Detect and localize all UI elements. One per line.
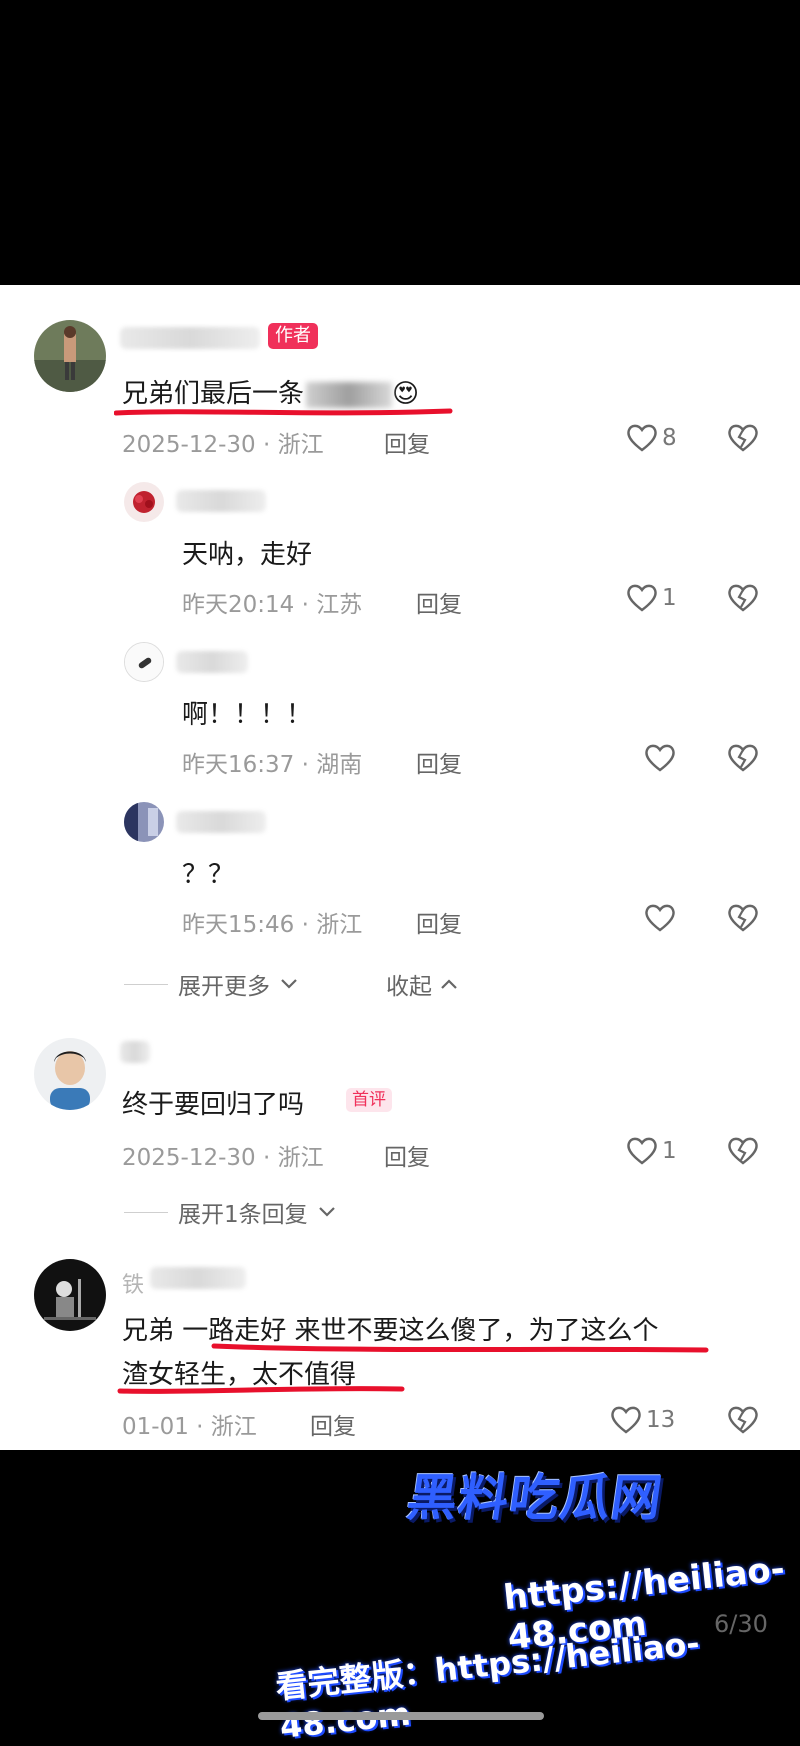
- expand-replies-button[interactable]: 展开1条回复: [124, 1195, 336, 1229]
- red-underline: [114, 408, 453, 416]
- broken-heart-icon: [728, 584, 758, 612]
- avatar-commenter[interactable]: [34, 1259, 106, 1331]
- like-button[interactable]: 8: [626, 423, 677, 453]
- heart-icon: [611, 1406, 641, 1434]
- red-underline: [211, 1343, 709, 1353]
- comment-meta: 2025-12-30 · 浙江: [122, 1145, 324, 1171]
- chevron-up-icon: [441, 979, 457, 989]
- reply-button[interactable]: 回复: [416, 585, 462, 619]
- dislike-button[interactable]: [726, 583, 760, 617]
- avatar-reply[interactable]: [124, 802, 164, 842]
- author-badge: 作者: [268, 323, 318, 349]
- red-underline: [117, 1386, 405, 1394]
- watermark-logo: 黑料吃瓜网: [403, 1469, 667, 1527]
- reply-button[interactable]: 回复: [384, 1138, 430, 1172]
- reply-meta: 昨天20:14 · 江苏: [182, 592, 363, 618]
- username-blurred: [176, 811, 266, 833]
- username-blurred: [120, 1041, 150, 1063]
- username-blurred: [176, 651, 248, 673]
- reply-meta: 昨天16:37 · 湖南: [182, 752, 363, 778]
- like-button[interactable]: [644, 903, 676, 933]
- comment-panel: 作者 兄弟们最后一条 😍 2025-12-30 · 浙江 回复 8 天呐，走好 昨…: [0, 285, 800, 1450]
- username-blurred: [176, 490, 266, 512]
- reply-button[interactable]: 回复: [416, 905, 462, 939]
- heart-icon: [627, 424, 657, 452]
- comment-text: 终于要回归了吗: [122, 1090, 305, 1120]
- collapse-button[interactable]: 收起: [386, 967, 458, 1001]
- heart-icon: [627, 1137, 657, 1165]
- broken-heart-icon: [728, 1137, 758, 1165]
- like-count: 13: [646, 1407, 676, 1433]
- broken-heart-icon: [728, 744, 758, 772]
- comment-meta: 2025-12-30 · 浙江: [122, 432, 324, 458]
- reply-button[interactable]: 回复: [416, 745, 462, 779]
- username-visible: 铁: [122, 1273, 145, 1298]
- dislike-button[interactable]: [726, 903, 760, 937]
- dislike-button[interactable]: [726, 1405, 760, 1439]
- first-comment-badge: 首评: [346, 1088, 392, 1112]
- reply-text: 天呐，走好: [182, 540, 313, 570]
- username-blurred: [150, 1267, 246, 1289]
- heart-icon: [645, 904, 675, 932]
- top-black-area: [0, 0, 800, 285]
- like-button[interactable]: [644, 743, 676, 773]
- dislike-button[interactable]: [726, 423, 760, 457]
- avatar-author[interactable]: [34, 320, 106, 392]
- broken-heart-icon: [728, 424, 758, 452]
- divider-dash: [124, 1211, 168, 1213]
- broken-heart-icon: [728, 1406, 758, 1434]
- like-count: 1: [662, 585, 677, 611]
- reply-text: 啊！！！！: [182, 700, 313, 730]
- avatar-reply[interactable]: [124, 642, 164, 682]
- divider-dash: [124, 983, 168, 985]
- chevron-down-icon: [318, 1207, 335, 1217]
- dislike-button[interactable]: [726, 1136, 760, 1170]
- like-count: 8: [662, 425, 677, 451]
- avatar-commenter[interactable]: [34, 1038, 106, 1110]
- chevron-down-icon: [281, 979, 297, 989]
- comment-meta: 01-01 · 浙江: [122, 1414, 257, 1440]
- reply-button[interactable]: 回复: [384, 425, 430, 459]
- like-button[interactable]: 13: [610, 1405, 675, 1435]
- broken-heart-icon: [728, 904, 758, 932]
- expand-more-button[interactable]: 展开更多: [124, 967, 298, 1001]
- like-count: 1: [662, 1138, 677, 1164]
- avatar-reply[interactable]: [124, 482, 164, 522]
- like-button[interactable]: 1: [626, 1136, 677, 1166]
- reply-meta: 昨天15:46 · 浙江: [182, 912, 363, 938]
- like-button[interactable]: 1: [626, 583, 677, 613]
- reply-button[interactable]: 回复: [310, 1407, 356, 1441]
- heart-icon: [645, 744, 675, 772]
- dislike-button[interactable]: [726, 743, 760, 777]
- heart-icon: [627, 584, 657, 612]
- home-indicator[interactable]: [258, 1712, 544, 1720]
- username-blurred: [120, 327, 260, 349]
- reply-text: ？？: [182, 860, 235, 890]
